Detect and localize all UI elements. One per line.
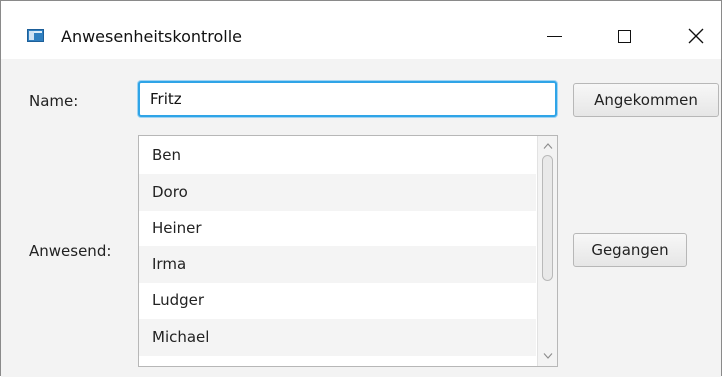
close-button[interactable] xyxy=(673,13,719,59)
maximize-button[interactable] xyxy=(601,13,647,59)
minimize-button[interactable] xyxy=(531,13,577,59)
app-window-icon xyxy=(27,29,44,42)
app-window: Anwesenheitskontrolle Name: Angekommen A… xyxy=(0,0,722,377)
list-item[interactable]: Ben xyxy=(139,137,536,174)
list-item[interactable]: Irma xyxy=(139,246,536,283)
left-button[interactable]: Gegangen xyxy=(573,233,687,267)
present-label: Anwesend: xyxy=(29,242,112,260)
name-label: Name: xyxy=(29,92,79,110)
minimize-icon xyxy=(546,35,562,37)
window-title: Anwesenheitskontrolle xyxy=(61,27,243,46)
title-bar[interactable]: Anwesenheitskontrolle xyxy=(1,1,721,59)
list-item[interactable]: Michael xyxy=(139,319,536,356)
list-item[interactable]: Heiner xyxy=(139,210,536,247)
close-icon xyxy=(688,28,704,44)
list-item[interactable]: Ludger xyxy=(139,282,536,319)
chevron-down-icon xyxy=(543,353,552,359)
maximize-icon xyxy=(617,29,631,43)
name-input[interactable] xyxy=(138,81,557,117)
list-scrollbar[interactable] xyxy=(537,136,557,366)
scroll-up-button[interactable] xyxy=(538,138,557,154)
scrollbar-thumb[interactable] xyxy=(542,155,553,281)
arrived-button[interactable]: Angekommen xyxy=(573,83,719,117)
chevron-up-icon xyxy=(543,143,552,149)
present-list[interactable]: Ben Doro Heiner Irma Ludger Michael xyxy=(138,135,558,367)
scroll-down-button[interactable] xyxy=(538,348,557,364)
list-item[interactable]: Doro xyxy=(139,174,536,211)
